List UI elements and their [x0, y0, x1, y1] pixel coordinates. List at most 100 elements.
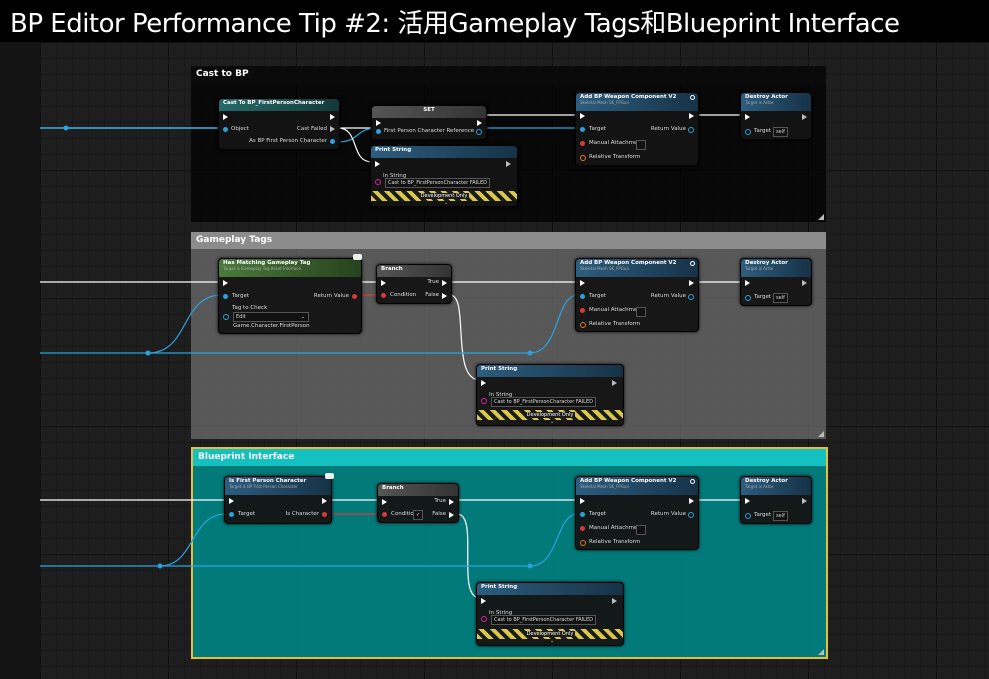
tag-edit-dropdown[interactable]: Edit ⌄	[233, 312, 309, 322]
branch-node[interactable]: Branch True Condition False	[376, 264, 452, 304]
pin-label: Tag to Check	[232, 305, 268, 311]
exec-in-pin[interactable]	[376, 120, 381, 126]
exec-in-pin[interactable]	[580, 113, 585, 119]
target-pin[interactable]	[745, 129, 751, 135]
destroy-actor-node[interactable]: Destroy Actor Target is Actor Target self	[740, 476, 812, 524]
manual-attachment-checkbox[interactable]	[636, 525, 646, 535]
is-first-person-node[interactable]: Is First Person Character Target is BP Fi…	[224, 476, 332, 524]
reference-out-pin[interactable]	[476, 129, 482, 135]
exec-out-pin[interactable]	[322, 498, 327, 504]
tag-pin[interactable]	[223, 314, 229, 320]
exec-out-pin[interactable]	[477, 120, 482, 126]
has-matching-tag-node[interactable]: Has Matching Gameplay Tag Target is Gamep…	[218, 258, 362, 334]
chevron-down-icon[interactable]: ⌄	[550, 419, 554, 425]
add-weapon-node[interactable]: Add BP Weapon Component V2 Skeletal Mesh …	[575, 476, 699, 550]
target-pin[interactable]	[229, 512, 234, 517]
destroy-actor-node[interactable]: Destroy Actor Target is Actor Target self	[740, 92, 812, 140]
print-string-node[interactable]: Print String In String Cast to BP_FirstP…	[370, 145, 518, 207]
exec-out-pin[interactable]	[689, 498, 694, 504]
comment-title[interactable]: Gameplay Tags	[191, 232, 826, 249]
exec-out-pin[interactable]	[612, 598, 617, 604]
return-value-pin[interactable]	[688, 294, 694, 300]
is-character-pin[interactable]	[322, 512, 327, 517]
add-weapon-node[interactable]: Add BP Weapon Component V2 Skeletal Mesh …	[575, 92, 699, 166]
exec-in-pin[interactable]	[382, 499, 387, 505]
in-string-field[interactable]: Cast to BP_FirstPersonCharacter FAILED	[491, 397, 596, 407]
exec-in-pin[interactable]	[223, 114, 228, 120]
branch-node[interactable]: Branch True Condition ✓ False	[377, 483, 459, 523]
exec-in-pin[interactable]	[745, 114, 750, 120]
chevron-down-icon[interactable]: ⌄	[550, 638, 554, 644]
manual-attachment-checkbox[interactable]	[636, 307, 646, 317]
cast-node[interactable]: Cast To BP_FirstPersonCharacter Object C…	[218, 98, 340, 150]
exec-out-pin[interactable]	[330, 114, 335, 120]
comment-title[interactable]: Blueprint Interface	[193, 449, 826, 466]
comment-bubble-icon[interactable]	[325, 473, 334, 479]
destroy-actor-node[interactable]: Destroy Actor Target is Actor Target self	[740, 258, 812, 306]
in-string-field[interactable]: Cast to BP_FirstPersonCharacter FAILED	[385, 178, 490, 188]
set-node[interactable]: SET First Person Character Reference	[371, 105, 487, 140]
comment-title[interactable]: Cast to BP	[191, 66, 826, 83]
object-pin[interactable]	[223, 127, 228, 132]
exec-out-pin[interactable]	[689, 280, 694, 286]
exec-out-pin[interactable]	[802, 280, 807, 286]
exec-in-pin[interactable]	[223, 280, 228, 286]
return-value-pin[interactable]	[688, 512, 694, 518]
exec-in-pin[interactable]	[229, 498, 234, 504]
return-value-pin[interactable]	[352, 294, 357, 299]
manual-attachment-pin[interactable]	[580, 526, 585, 531]
resize-handle[interactable]	[818, 649, 824, 655]
in-string-pin[interactable]	[375, 179, 381, 185]
target-pin[interactable]	[745, 513, 751, 519]
target-pin[interactable]	[745, 295, 751, 301]
exec-in-pin[interactable]	[745, 280, 750, 286]
target-self-field[interactable]: self	[773, 127, 788, 137]
condition-checkbox[interactable]: ✓	[413, 510, 423, 520]
in-string-pin[interactable]	[481, 616, 487, 622]
exec-in-pin[interactable]	[580, 280, 585, 286]
in-string-field[interactable]: Cast to BP_FirstPersonCharacter FAILED	[491, 615, 596, 625]
as-character-pin[interactable]	[330, 139, 335, 144]
exec-out-pin[interactable]	[612, 380, 617, 386]
target-self-field[interactable]: self	[773, 511, 788, 521]
manual-attachment-checkbox[interactable]	[636, 140, 646, 150]
target-pin[interactable]	[580, 294, 585, 299]
relative-transform-pin[interactable]	[580, 322, 586, 328]
relative-transform-pin[interactable]	[580, 540, 586, 546]
exec-out-pin[interactable]	[802, 114, 807, 120]
resize-handle[interactable]	[818, 431, 824, 437]
exec-in-pin[interactable]	[375, 161, 380, 167]
add-weapon-node[interactable]: Add BP Weapon Component V2 Skeletal Mesh …	[575, 258, 699, 332]
condition-pin[interactable]	[382, 512, 387, 517]
false-pin[interactable]	[449, 512, 454, 518]
resize-handle[interactable]	[818, 214, 824, 220]
exec-out-pin[interactable]	[689, 113, 694, 119]
exec-in-pin[interactable]	[381, 280, 386, 286]
reference-pin[interactable]	[376, 129, 381, 134]
manual-attachment-pin[interactable]	[580, 308, 585, 313]
target-pin[interactable]	[223, 294, 228, 299]
exec-out-pin[interactable]	[802, 498, 807, 504]
print-string-node[interactable]: Print String In String Cast to BP_FirstP…	[476, 364, 624, 426]
target-self-field[interactable]: self	[773, 293, 788, 303]
exec-in-pin[interactable]	[481, 598, 486, 604]
chevron-down-icon[interactable]: ⌄	[444, 200, 448, 206]
exec-in-pin[interactable]	[481, 380, 486, 386]
print-string-node[interactable]: Print String In String Cast to BP_FirstP…	[476, 582, 624, 646]
relative-transform-pin[interactable]	[580, 155, 586, 161]
node-title: SET	[423, 107, 435, 113]
true-pin[interactable]	[442, 280, 447, 286]
return-value-pin[interactable]	[688, 127, 694, 133]
comment-bubble-icon[interactable]	[353, 254, 362, 260]
cast-failed-pin[interactable]	[330, 126, 335, 132]
exec-out-pin[interactable]	[506, 161, 511, 167]
condition-pin[interactable]	[381, 293, 386, 298]
true-pin[interactable]	[449, 499, 454, 505]
in-string-pin[interactable]	[481, 398, 487, 404]
manual-attachment-pin[interactable]	[580, 141, 585, 146]
exec-in-pin[interactable]	[745, 498, 750, 504]
target-pin[interactable]	[580, 127, 585, 132]
exec-in-pin[interactable]	[580, 498, 585, 504]
false-pin[interactable]	[442, 293, 447, 299]
target-pin[interactable]	[580, 512, 585, 517]
